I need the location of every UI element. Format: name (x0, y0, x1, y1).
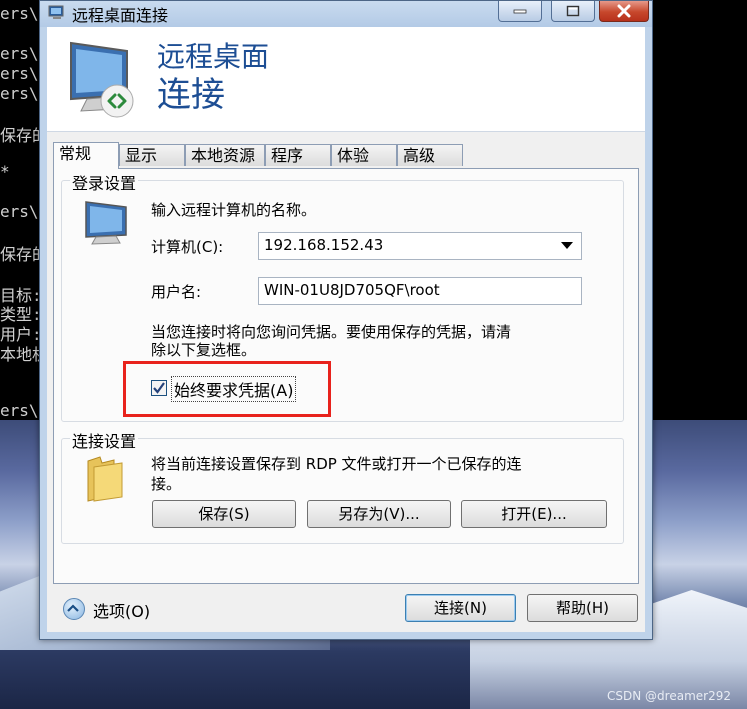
help-button[interactable]: 帮助(H) (527, 594, 638, 622)
remote-desktop-icon (48, 5, 64, 19)
username-value: WIN-01U8JD705QF\root (264, 281, 440, 299)
computer-label: 计算机(C): (151, 238, 224, 256)
tab-programs[interactable]: 程序 (265, 144, 331, 166)
computer-value: 192.168.152.43 (264, 236, 384, 254)
close-icon (617, 4, 631, 18)
watermark: CSDN @dreamer292 (607, 689, 731, 703)
highlight-annotation-box (123, 361, 331, 417)
folder-icon (87, 456, 123, 502)
tab-general[interactable]: 常规 (53, 142, 119, 169)
header-banner: 远程桌面 连接 (47, 27, 645, 131)
close-button[interactable] (599, 1, 649, 22)
console-line: ers\ (0, 401, 39, 420)
credential-note-line2: 除以下复选框。 (151, 341, 257, 359)
connection-desc-line2: 接。 (151, 475, 182, 493)
save-button[interactable]: 保存(S) (152, 500, 296, 528)
maximize-button[interactable] (551, 1, 595, 22)
connection-settings-group: 连接设置 将当前连接设置保存到 RDP 文件或打开一个已保存的连 接。 保存(S… (61, 428, 624, 544)
chevron-up-icon (67, 604, 79, 612)
instruction-text: 输入远程计算机的名称。 (151, 201, 317, 219)
tab-advanced[interactable]: 高级 (397, 144, 463, 166)
minimize-icon (513, 9, 527, 14)
options-toggle-icon[interactable] (63, 598, 85, 620)
connection-desc-line1: 将当前连接设置保存到 RDP 文件或打开一个已保存的连 (151, 455, 522, 473)
tab-display[interactable]: 显示 (119, 144, 185, 166)
minimize-button[interactable] (498, 1, 542, 22)
console-line: ers\ (0, 64, 39, 83)
console-line: * (0, 162, 10, 181)
computer-combobox[interactable]: 192.168.152.43 (258, 232, 582, 260)
connect-button[interactable]: 连接(N) (405, 594, 516, 622)
title-bar[interactable]: 远程桌面连接 (40, 1, 652, 27)
console-line: ers\ (0, 4, 39, 23)
maximize-icon (566, 5, 580, 17)
login-settings-legend: 登录设置 (70, 170, 139, 194)
username-label: 用户名: (151, 283, 202, 301)
options-label[interactable]: 选项(O) (93, 598, 150, 622)
tab-experience[interactable]: 体验 (331, 144, 397, 166)
computer-icon (85, 201, 127, 245)
username-field[interactable]: WIN-01U8JD705QF\root (258, 277, 582, 305)
window-title: 远程桌面连接 (72, 6, 169, 25)
tab-local-resources[interactable]: 本地资源 (185, 144, 265, 166)
save-as-button[interactable]: 另存为(V)... (307, 500, 451, 528)
console-line: ers\ (0, 202, 39, 221)
monitor-connection-icon (70, 41, 134, 118)
console-line: ers\ (0, 44, 39, 63)
console-line: ers\ (0, 84, 39, 103)
header-subtitle: 连接 (157, 75, 225, 115)
connection-settings-legend: 连接设置 (70, 428, 139, 452)
window-client-area: 远程桌面 连接 常规 显示 本地资源 程序 体验 高级 登录设置 输入远程计算机… (47, 27, 645, 632)
dropdown-arrow-icon[interactable] (561, 242, 573, 249)
remote-desktop-window: 远程桌面连接 远程桌面 连接 常规 显示 本地资源 程序 体验 高级 登录设置 … (39, 0, 653, 640)
open-button[interactable]: 打开(E)... (461, 500, 607, 528)
